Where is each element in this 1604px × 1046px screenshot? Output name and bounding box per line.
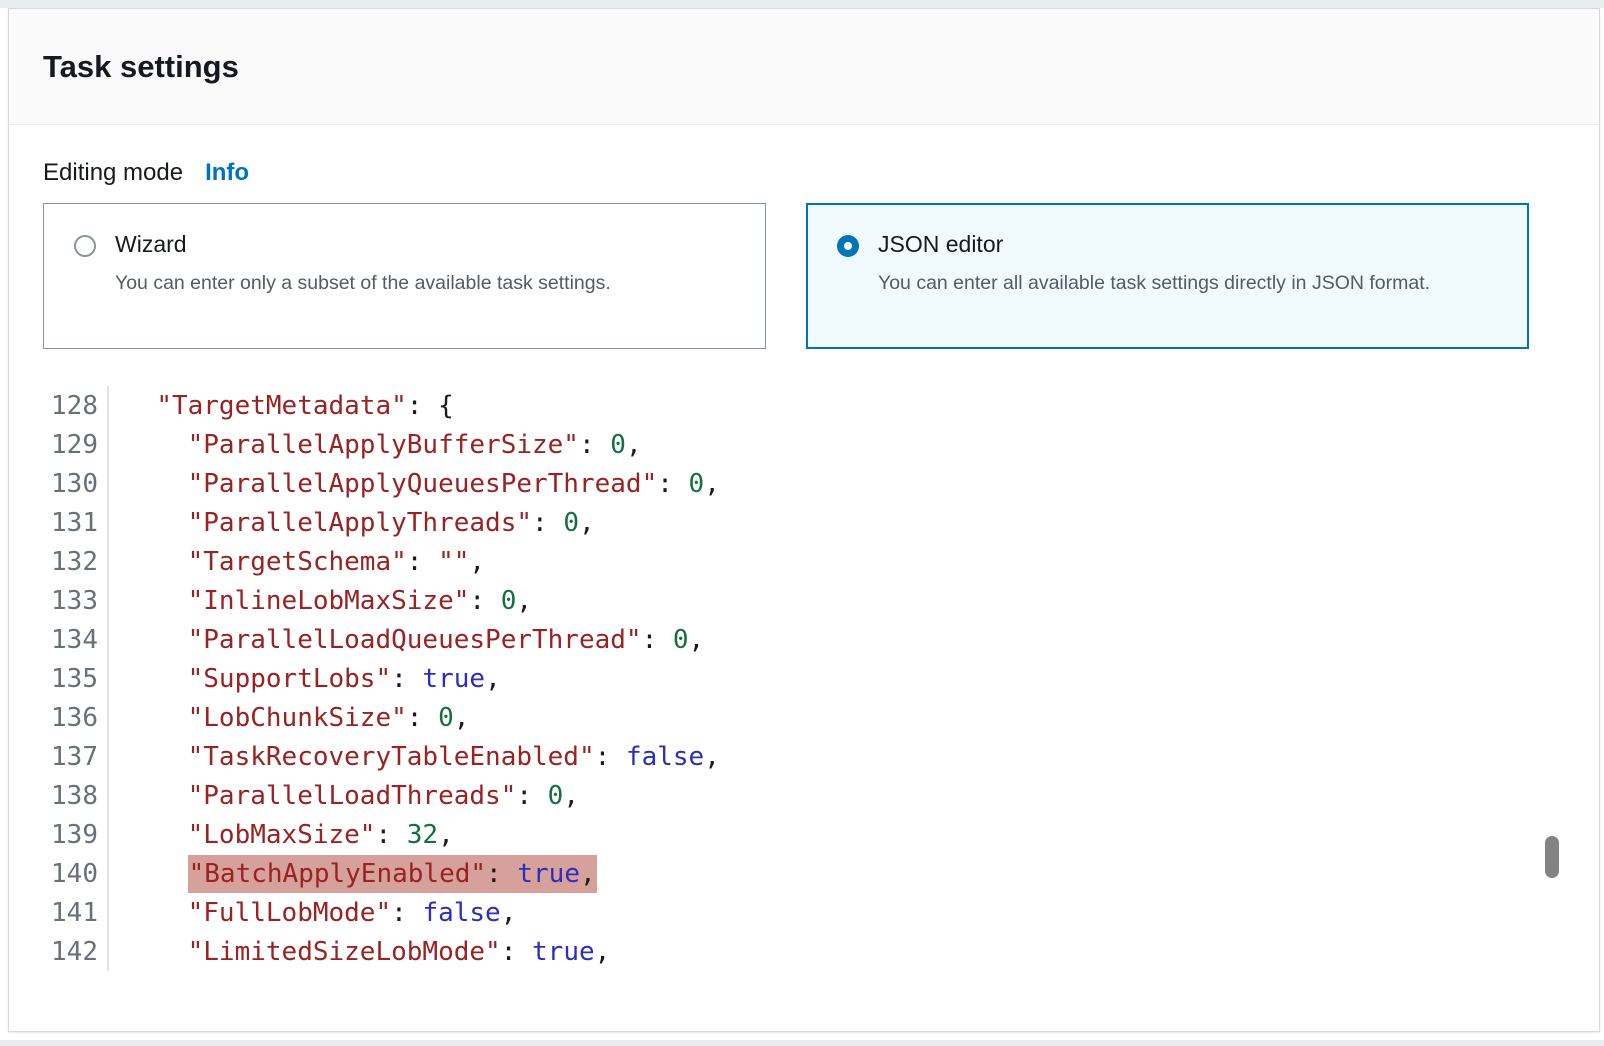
task-settings-panel: Task settings Editing mode Info Wizard Y…	[8, 8, 1600, 1032]
line-number: 140	[43, 854, 109, 893]
tile-json-editor-content: JSON editor You can enter all available …	[878, 231, 1430, 298]
tile-wizard[interactable]: Wizard You can enter only a subset of th…	[43, 203, 766, 349]
panel-body: Editing mode Info Wizard You can enter o…	[9, 159, 1599, 971]
code-line-136[interactable]: 136 "LobChunkSize": 0,	[43, 698, 1565, 737]
code-text: "FullLobMode": false,	[109, 898, 516, 928]
code-line-140[interactable]: 140 "BatchApplyEnabled": true,	[43, 854, 1565, 893]
tile-wizard-content: Wizard You can enter only a subset of th…	[115, 231, 611, 298]
code-line-134[interactable]: 134 "ParallelLoadQueuesPerThread": 0,	[43, 620, 1565, 659]
line-number: 133	[43, 581, 109, 620]
radio-unchecked-icon[interactable]	[74, 235, 96, 257]
code-line-139[interactable]: 139 "LobMaxSize": 32,	[43, 815, 1565, 854]
tile-wizard-label: Wizard	[115, 231, 611, 258]
code-line-137[interactable]: 137 "TaskRecoveryTableEnabled": false,	[43, 737, 1565, 776]
editing-mode-row: Editing mode Info	[43, 159, 1565, 187]
tile-json-editor[interactable]: JSON editor You can enter all available …	[806, 203, 1529, 349]
code-line-141[interactable]: 141 "FullLobMode": false,	[43, 893, 1565, 932]
code-text: "ParallelApplyBufferSize": 0,	[109, 430, 642, 460]
code-text: "LobChunkSize": 0,	[109, 703, 469, 733]
line-number: 141	[43, 893, 109, 932]
line-number: 137	[43, 737, 109, 776]
code-line-132[interactable]: 132 "TargetSchema": "",	[43, 542, 1565, 581]
panel-header: Task settings	[9, 9, 1599, 125]
line-number: 135	[43, 659, 109, 698]
tile-json-editor-label: JSON editor	[878, 231, 1430, 258]
line-number: 132	[43, 542, 109, 581]
code-text: "ParallelApplyQueuesPerThread": 0,	[109, 469, 720, 499]
code-text: "ParallelLoadQueuesPerThread": 0,	[109, 625, 704, 655]
editor-scrollbar-thumb[interactable]	[1545, 836, 1559, 878]
panel-title: Task settings	[43, 49, 239, 85]
line-number: 136	[43, 698, 109, 737]
code-line-133[interactable]: 133 "InlineLobMaxSize": 0,	[43, 581, 1565, 620]
code-lines: 128 "TargetMetadata": {129 "ParallelAppl…	[43, 386, 1565, 971]
search-highlight: "BatchApplyEnabled": true,	[188, 855, 597, 893]
code-text: "BatchApplyEnabled": true,	[109, 859, 597, 889]
tile-wizard-description: You can enter only a subset of the avail…	[115, 268, 611, 298]
editing-mode-tiles: Wizard You can enter only a subset of th…	[43, 203, 1565, 349]
code-text: "TaskRecoveryTableEnabled": false,	[109, 742, 720, 772]
code-text: "TargetMetadata": {	[109, 391, 454, 421]
line-number: 131	[43, 503, 109, 542]
code-text: "InlineLobMaxSize": 0,	[109, 586, 532, 616]
code-line-142[interactable]: 142 "LimitedSizeLobMode": true,	[43, 932, 1565, 971]
json-code-editor[interactable]: 128 "TargetMetadata": {129 "ParallelAppl…	[43, 386, 1565, 971]
code-line-131[interactable]: 131 "ParallelApplyThreads": 0,	[43, 503, 1565, 542]
page-top-divider	[0, 0, 1604, 8]
code-text: "TargetSchema": "",	[109, 547, 485, 577]
line-number: 129	[43, 425, 109, 464]
radio-checked-icon[interactable]	[837, 235, 859, 257]
info-link[interactable]: Info	[205, 159, 249, 187]
line-number: 128	[43, 386, 109, 425]
tile-json-editor-description: You can enter all available task setting…	[878, 268, 1430, 298]
page-bottom-divider	[0, 1040, 1604, 1046]
line-number: 138	[43, 776, 109, 815]
code-line-135[interactable]: 135 "SupportLobs": true,	[43, 659, 1565, 698]
code-text: "SupportLobs": true,	[109, 664, 501, 694]
code-line-129[interactable]: 129 "ParallelApplyBufferSize": 0,	[43, 425, 1565, 464]
line-number: 142	[43, 932, 109, 971]
code-line-138[interactable]: 138 "ParallelLoadThreads": 0,	[43, 776, 1565, 815]
code-text: "ParallelApplyThreads": 0,	[109, 508, 595, 538]
editing-mode-label: Editing mode	[43, 159, 183, 187]
code-line-130[interactable]: 130 "ParallelApplyQueuesPerThread": 0,	[43, 464, 1565, 503]
code-text: "LimitedSizeLobMode": true,	[109, 937, 610, 967]
line-number: 130	[43, 464, 109, 503]
code-text: "ParallelLoadThreads": 0,	[109, 781, 579, 811]
code-text: "LobMaxSize": 32,	[109, 820, 454, 850]
line-number: 139	[43, 815, 109, 854]
line-number: 134	[43, 620, 109, 659]
code-line-128[interactable]: 128 "TargetMetadata": {	[43, 386, 1565, 425]
